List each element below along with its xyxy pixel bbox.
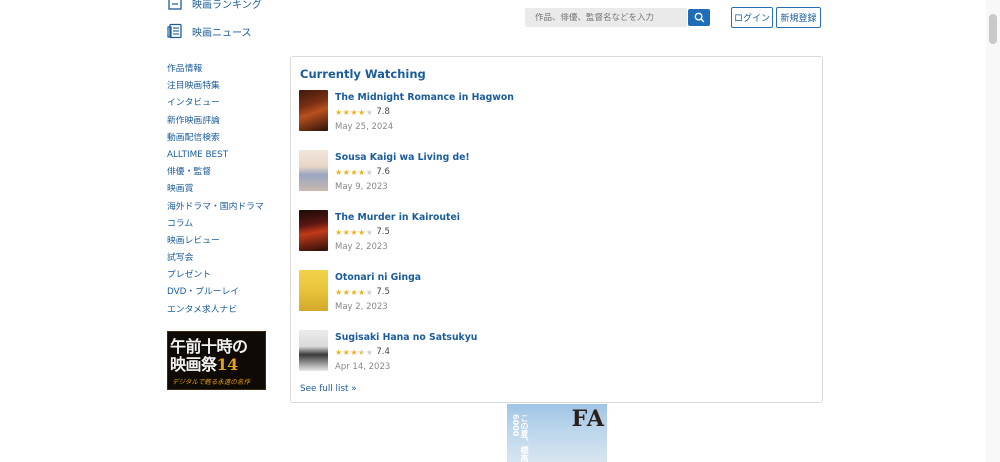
watch-date: May 2, 2023 bbox=[335, 242, 388, 252]
watch-date: May 9, 2023 bbox=[335, 182, 388, 192]
watch-date: May 25, 2024 bbox=[335, 122, 394, 132]
side-menu-item-screenings[interactable]: 試写会 bbox=[167, 251, 264, 268]
star-rating: ★ ★ ★ ★ ★ 7.5 bbox=[335, 287, 390, 297]
star-icon: ★ bbox=[365, 227, 373, 237]
list-item: Sugisaki Hana no Satsukyu ★ ★ ★ ★ ★ 7.4 Apr 1… bbox=[299, 330, 739, 374]
star-rating: ★ ★ ★ ★ ★ 7.6 bbox=[335, 167, 390, 177]
movie-title-link[interactable]: The Murder in Kairoutei bbox=[335, 212, 460, 223]
star-icon: ★ bbox=[358, 107, 366, 117]
star-icon: ★ bbox=[335, 167, 343, 177]
featured-poster[interactable]: この夏、標高6000 FA bbox=[507, 404, 607, 462]
movie-title-link[interactable]: Sugisaki Hana no Satsukyu bbox=[335, 332, 477, 343]
movie-poster[interactable] bbox=[299, 330, 328, 371]
star-rating: ★ ★ ★ ★ ★ 7.4 bbox=[335, 347, 390, 357]
banner-line-2-text: 映画祭 bbox=[170, 355, 217, 374]
rating-value: 7.5 bbox=[376, 287, 390, 297]
watch-date: Apr 14, 2023 bbox=[335, 362, 391, 372]
star-icon: ★ bbox=[350, 287, 358, 297]
movie-title-link[interactable]: The Midnight Romance in Hagwon bbox=[335, 92, 514, 103]
star-icon: ★ bbox=[342, 107, 350, 117]
side-menu-item-streaming[interactable]: 動画配信検索 bbox=[167, 131, 264, 148]
login-button[interactable]: ログイン bbox=[731, 7, 773, 28]
rating-value: 7.4 bbox=[376, 347, 390, 357]
poster-tagline: この夏、標高6000 bbox=[511, 414, 529, 462]
movie-title-link[interactable]: Otonari ni Ginga bbox=[335, 272, 421, 283]
ranking-icon bbox=[166, 0, 184, 12]
star-icon: ★ bbox=[350, 167, 358, 177]
search-field[interactable] bbox=[525, 8, 687, 27]
side-menu-item-people[interactable]: 俳優・監督 bbox=[167, 165, 264, 182]
search-icon bbox=[694, 12, 704, 23]
star-icon: ★ bbox=[342, 227, 350, 237]
side-menu-item-user-reviews[interactable]: 映画レビュー bbox=[167, 234, 264, 251]
nav-news-label: 映画ニュース bbox=[192, 27, 252, 39]
movie-poster[interactable] bbox=[299, 210, 328, 251]
star-icon: ★ bbox=[365, 107, 373, 117]
side-menu-item-dramas[interactable]: 海外ドラマ・国内ドラマ bbox=[167, 200, 264, 217]
side-menu-item-alltime-best[interactable]: ALLTIME BEST bbox=[167, 148, 264, 165]
scrollbar-thumb[interactable] bbox=[989, 14, 997, 44]
movie-poster[interactable] bbox=[299, 150, 328, 191]
list-item: The Midnight Romance in Hagwon ★ ★ ★ ★ ★ 7.8 … bbox=[299, 90, 739, 134]
banner-number: 14 bbox=[216, 355, 239, 374]
scrollbar[interactable] bbox=[986, 0, 1000, 462]
star-icon: ★ bbox=[342, 347, 350, 357]
rating-value: 7.6 bbox=[376, 167, 390, 177]
search-button[interactable] bbox=[688, 9, 710, 26]
watch-date: May 2, 2023 bbox=[335, 302, 388, 312]
search-input[interactable] bbox=[535, 12, 677, 23]
star-icon: ★ bbox=[358, 347, 366, 357]
film-festival-banner[interactable]: 午前十時の 映画祭14 デジタルで甦る永遠の名作 bbox=[167, 331, 266, 390]
star-icon: ★ bbox=[335, 347, 343, 357]
poster-title: FA bbox=[571, 406, 605, 432]
register-button[interactable]: 新規登録 bbox=[776, 7, 821, 28]
panel-title: Currently Watching bbox=[300, 67, 426, 81]
movie-poster[interactable] bbox=[299, 270, 328, 311]
side-menu-item-reviews-new[interactable]: 新作映画評論 bbox=[167, 114, 264, 131]
star-icon: ★ bbox=[350, 227, 358, 237]
star-icon: ★ bbox=[365, 167, 373, 177]
side-menu-item-presents[interactable]: プレゼント bbox=[167, 268, 264, 285]
star-icon: ★ bbox=[335, 287, 343, 297]
star-icon: ★ bbox=[365, 347, 373, 357]
side-menu-item-features[interactable]: 注目映画特集 bbox=[167, 79, 264, 96]
nav-news-link[interactable]: 映画ニュース bbox=[166, 22, 252, 40]
side-menu-item-works[interactable]: 作品情報 bbox=[167, 62, 264, 79]
side-menu-item-jobs[interactable]: エンタメ求人ナビ bbox=[167, 303, 264, 320]
banner-tagline: デジタルで甦る永遠の名作 bbox=[172, 378, 250, 386]
side-menu: 作品情報 注目映画特集 インタビュー 新作映画評論 動画配信検索 ALLTIME… bbox=[167, 62, 264, 320]
star-icon: ★ bbox=[350, 107, 358, 117]
star-rating: ★ ★ ★ ★ ★ 7.5 bbox=[335, 227, 390, 237]
nav-ranking-link[interactable]: 映画ランキング bbox=[166, 0, 262, 12]
star-icon: ★ bbox=[350, 347, 358, 357]
side-menu-item-awards[interactable]: 映画賞 bbox=[167, 182, 264, 199]
rating-value: 7.5 bbox=[376, 227, 390, 237]
side-menu-item-dvd[interactable]: DVD・ブルーレイ bbox=[167, 285, 264, 302]
nav-ranking-label: 映画ランキング bbox=[192, 0, 262, 11]
list-item: The Murder in Kairoutei ★ ★ ★ ★ ★ 7.5 May 2, … bbox=[299, 210, 739, 254]
star-icon: ★ bbox=[342, 167, 350, 177]
movie-poster[interactable] bbox=[299, 90, 328, 131]
see-full-list-link[interactable]: See full list » bbox=[300, 384, 357, 394]
side-menu-item-columns[interactable]: コラム bbox=[167, 217, 264, 234]
star-rating: ★ ★ ★ ★ ★ 7.8 bbox=[335, 107, 390, 117]
movie-title-link[interactable]: Sousa Kaigi wa Living de! bbox=[335, 152, 470, 163]
list-item: Otonari ni Ginga ★ ★ ★ ★ ★ 7.5 May 2, 2023 bbox=[299, 270, 739, 314]
list-item: Sousa Kaigi wa Living de! ★ ★ ★ ★ ★ 7.6 May 9… bbox=[299, 150, 739, 194]
star-icon: ★ bbox=[358, 287, 366, 297]
star-icon: ★ bbox=[358, 227, 366, 237]
banner-line-2: 映画祭14 bbox=[170, 351, 238, 375]
news-icon bbox=[166, 22, 184, 40]
star-icon: ★ bbox=[342, 287, 350, 297]
star-icon: ★ bbox=[365, 287, 373, 297]
star-icon: ★ bbox=[335, 107, 343, 117]
star-icon: ★ bbox=[358, 167, 366, 177]
currently-watching-panel: Currently Watching The Midnight Romance … bbox=[290, 56, 823, 403]
star-icon: ★ bbox=[335, 227, 343, 237]
side-menu-item-interviews[interactable]: インタビュー bbox=[167, 96, 264, 113]
rating-value: 7.8 bbox=[376, 107, 390, 117]
